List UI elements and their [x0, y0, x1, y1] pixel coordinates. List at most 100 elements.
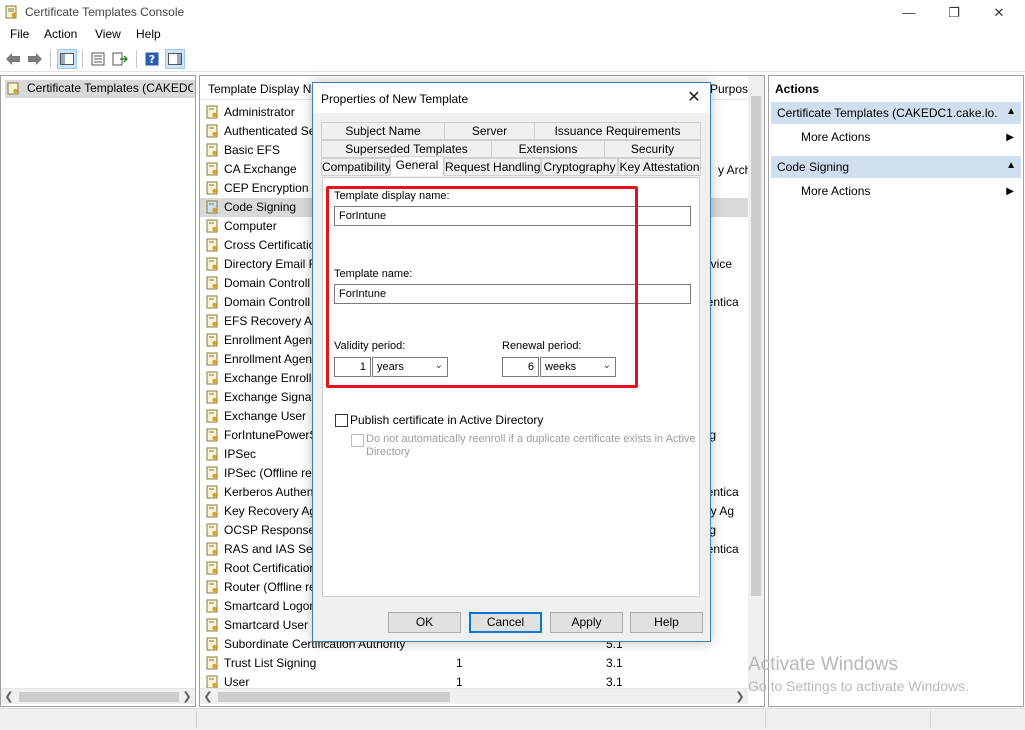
certificate-template-icon: [206, 504, 219, 518]
template-name-cell: Basic EFS: [224, 143, 281, 157]
menu-file[interactable]: File: [10, 27, 29, 41]
menu-view[interactable]: View: [95, 27, 121, 41]
scroll-left-icon[interactable]: ❮: [200, 689, 216, 705]
list-vertical-scrollbar[interactable]: [748, 76, 764, 690]
window-title: Certificate Templates Console: [25, 5, 185, 19]
certificate-template-icon: [206, 675, 219, 689]
certificate-template-icon: [206, 637, 219, 651]
tab-security[interactable]: Security: [604, 140, 701, 158]
scroll-right-icon[interactable]: ❯: [179, 689, 195, 705]
certificate-template-icon: [206, 333, 219, 347]
certificate-template-icon: [206, 466, 219, 480]
scroll-left-icon[interactable]: ❮: [1, 689, 17, 705]
more-actions-item[interactable]: More Actions: [801, 184, 870, 198]
template-name-cell: Code Signing: [224, 200, 297, 214]
close-window-button[interactable]: ✕: [976, 0, 1022, 25]
schema-version-cell: 1: [456, 656, 463, 670]
tab-key-attestation[interactable]: Key Attestation: [618, 158, 701, 176]
certificate-template-icon: [206, 238, 219, 252]
collapse-triangle-icon[interactable]: ▲: [1006, 106, 1016, 117]
version-cell: 3.1: [606, 675, 623, 689]
template-name-cell: IPSec (Offline rec: [224, 466, 318, 480]
certificate-template-icon: [206, 580, 219, 594]
scroll-thumb[interactable]: [751, 96, 761, 596]
restore-button[interactable]: ❐: [931, 0, 977, 25]
template-name-cell: Directory Email R: [224, 257, 318, 271]
cancel-button[interactable]: Cancel: [469, 612, 542, 633]
certificate-template-icon: [206, 276, 219, 290]
menu-action[interactable]: Action: [44, 27, 77, 41]
table-row[interactable]: Trust List Signing 1 3.1: [200, 654, 748, 673]
tree-node-certificate-templates[interactable]: Certificate Templates (CAKEDC1: [5, 80, 195, 98]
certificate-template-icon: [206, 257, 219, 271]
help-icon[interactable]: ?: [142, 49, 162, 69]
publish-in-ad-checkbox[interactable]: [335, 414, 348, 427]
tab-subject-name[interactable]: Subject Name: [321, 122, 445, 140]
certificate-template-icon: [206, 447, 219, 461]
selected-certificate-template-icon: [206, 200, 219, 214]
collapse-triangle-icon[interactable]: ▲: [1006, 160, 1016, 171]
back-arrow-icon[interactable]: [3, 49, 23, 69]
tab-compatibility[interactable]: Compatibility: [321, 158, 391, 176]
do-not-reenroll-label-line1: Do not automatically reenroll if a dupli…: [366, 433, 696, 445]
certificate-template-icon: [206, 181, 219, 195]
template-name-cell: Smartcard User: [224, 618, 309, 632]
template-name-cell: Trust List Signing: [224, 656, 317, 670]
certificate-template-icon: [206, 390, 219, 404]
tab-general[interactable]: General: [390, 156, 444, 176]
menu-help[interactable]: Help: [136, 27, 161, 41]
tab-request-handling[interactable]: Request Handling: [444, 158, 541, 176]
tree-node-label: Certificate Templates (CAKEDC1: [27, 81, 193, 95]
template-name-cell: Exchange Enrolln: [224, 371, 319, 385]
certificate-template-icon: [206, 314, 219, 328]
column-template-display-name[interactable]: Template Display Na: [208, 82, 318, 96]
actions-group-certificate-templates[interactable]: Certificate Templates (CAKEDC1.cake.lo..…: [771, 102, 1021, 124]
schema-version-cell: 1: [456, 675, 463, 689]
svg-text:?: ?: [149, 53, 155, 66]
certificate-template-icon: [206, 656, 219, 670]
actions-group-label: Certificate Templates (CAKEDC1.cake.lo..…: [777, 106, 997, 120]
template-name-cell: Router (Offline re: [224, 580, 316, 594]
certificate-template-icon: [206, 485, 219, 499]
template-name-cell: CEP Encryption: [224, 181, 309, 195]
left-horizontal-scrollbar[interactable]: ❮ ❯: [1, 688, 195, 704]
minimize-button[interactable]: —: [886, 0, 932, 25]
template-name-cell: Exchange User: [224, 409, 307, 423]
tab-issuance-requirements[interactable]: Issuance Requirements: [534, 122, 701, 140]
apply-button[interactable]: Apply: [550, 612, 623, 633]
forward-arrow-icon[interactable]: [25, 49, 45, 69]
column-intended-purposes[interactable]: Purpos: [710, 82, 748, 96]
certificate-icon: [5, 5, 19, 19]
menu-bar: File Action View Help: [0, 25, 1025, 45]
help-button[interactable]: Help: [630, 612, 703, 633]
actions-group-code-signing[interactable]: Code Signing ▲: [771, 156, 1021, 178]
scroll-right-icon[interactable]: ❯: [732, 689, 748, 705]
certificate-template-icon: [206, 162, 219, 176]
do-not-reenroll-label-line2: Directory: [366, 446, 411, 458]
do-not-reenroll-checkbox[interactable]: [351, 434, 364, 447]
properties-list-icon[interactable]: [88, 49, 108, 69]
show-hide-action-pane-icon[interactable]: [165, 49, 185, 69]
close-icon[interactable]: ✕: [685, 89, 703, 107]
tab-cryptography[interactable]: Cryptography: [541, 158, 618, 176]
template-name-cell: Key Recovery Ag: [224, 504, 317, 518]
list-horizontal-scrollbar[interactable]: ❮ ❯: [200, 688, 748, 704]
export-list-icon[interactable]: [110, 49, 130, 69]
template-name-cell: Root Certification: [224, 561, 317, 575]
template-name-cell: Kerberos Authent: [224, 485, 317, 499]
tab-extensions[interactable]: Extensions: [491, 140, 605, 158]
tab-server[interactable]: Server: [444, 122, 535, 140]
scroll-thumb[interactable]: [218, 692, 450, 702]
ok-button[interactable]: OK: [388, 612, 461, 633]
show-hide-console-tree-icon[interactable]: [57, 49, 77, 69]
scroll-thumb[interactable]: [19, 692, 179, 702]
template-name-cell: Cross Certification: [224, 238, 323, 252]
dialog-title-bar: Properties of New Template ✕: [313, 83, 710, 113]
publish-in-ad-label: Publish certificate in Active Directory: [350, 413, 544, 427]
actions-pane: Actions Certificate Templates (CAKEDC1.c…: [768, 75, 1024, 707]
template-name-cell: User: [224, 675, 250, 689]
certificate-template-icon: [206, 599, 219, 613]
certificate-template-icon: [206, 371, 219, 385]
activate-windows-watermark-title: Activate Windows: [748, 654, 898, 675]
more-actions-item[interactable]: More Actions: [801, 130, 870, 144]
